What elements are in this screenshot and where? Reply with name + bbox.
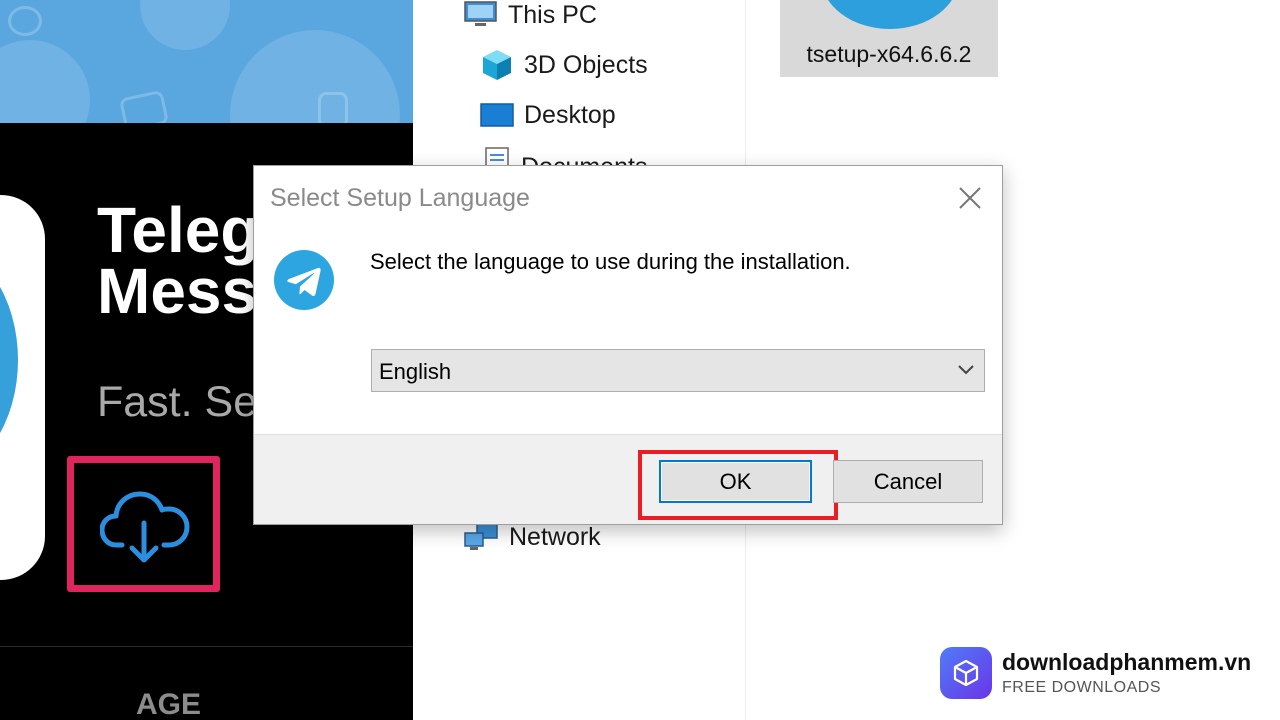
dialog-message: Select the language to use during the in…	[370, 249, 851, 274]
app-title: Teleg Mess	[97, 194, 260, 327]
select-language-dialog: Select Setup Language Select the languag…	[253, 165, 1003, 525]
app-subtitle: Fast. Se	[97, 378, 258, 426]
document-icon	[485, 147, 509, 167]
age-label: AGE	[136, 688, 202, 720]
language-select-value: English	[379, 359, 452, 384]
language-select[interactable]: English	[371, 349, 985, 392]
sticker-icon	[318, 92, 348, 123]
nav-item-desktop[interactable]: Desktop	[480, 95, 616, 135]
banner-bubble	[230, 30, 400, 123]
cloud-download-icon[interactable]	[100, 485, 190, 565]
banner-bubble	[140, 0, 230, 50]
download-highlight-box	[67, 456, 220, 592]
dialog-title: Select Setup Language	[270, 184, 530, 212]
network-icon	[464, 523, 498, 550]
telegram-setup-icon	[821, 0, 959, 29]
nav-item-this-pc[interactable]: This PC	[463, 0, 597, 35]
dialog-footer: OK Cancel	[254, 434, 1002, 524]
close-icon[interactable]	[952, 180, 988, 216]
telegram-logo-icon	[274, 250, 334, 310]
gif-icon	[118, 89, 170, 123]
nav-item-label: Desktop	[524, 100, 616, 129]
cube-icon	[483, 50, 511, 80]
nav-item-label: 3D Objects	[524, 50, 648, 79]
camera-icon	[8, 6, 42, 36]
nav-item-documents[interactable]: Documents	[483, 145, 647, 167]
file-name: tsetup-x64.6.6.2	[806, 41, 972, 67]
ok-button[interactable]: OK	[659, 460, 812, 503]
chevron-down-icon	[958, 365, 974, 375]
computer-icon	[464, 1, 497, 26]
store-divider	[0, 646, 413, 647]
store-banner	[0, 0, 413, 123]
nav-item-3d-objects[interactable]: 3D Objects	[480, 45, 648, 85]
brand-tagline: FREE DOWNLOADS	[1002, 679, 1162, 696]
brand-name: downloadphanmem.vn	[1002, 649, 1252, 675]
nav-item-label: This PC	[508, 0, 597, 29]
cancel-button[interactable]: Cancel	[833, 460, 983, 503]
desktop-icon	[480, 103, 514, 127]
nav-item-label: Network	[509, 522, 601, 551]
banner-bubble	[0, 40, 90, 123]
file-item[interactable]: tsetup-x64.6.6.2	[780, 0, 998, 77]
package-box-icon	[940, 647, 992, 699]
